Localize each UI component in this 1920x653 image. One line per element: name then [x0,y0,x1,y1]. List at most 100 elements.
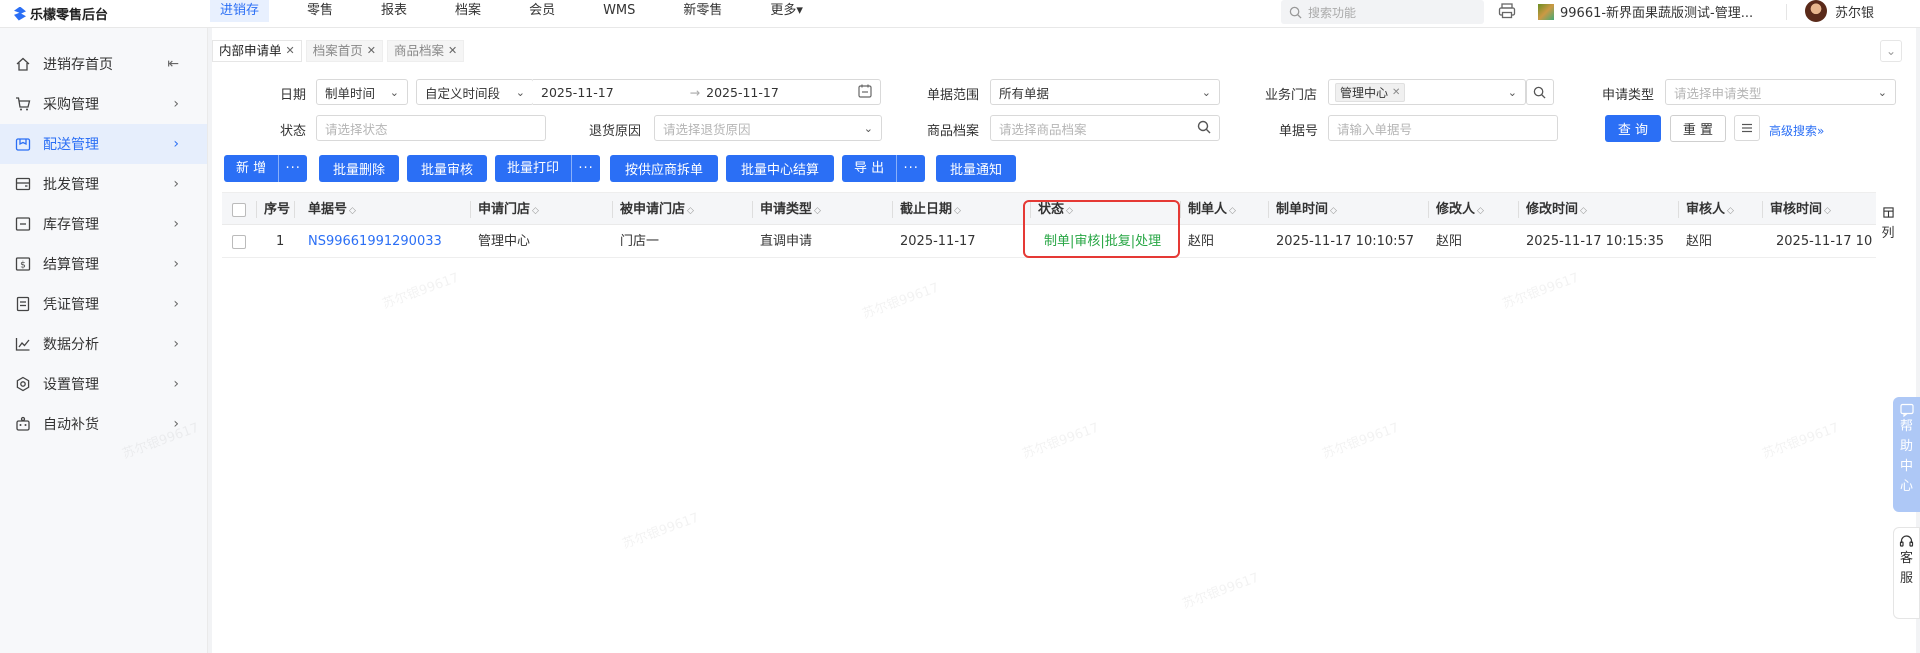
printer-icon[interactable] [1498,3,1516,19]
scope-select[interactable]: 所有单据 ⌄ [990,79,1220,105]
sort-icon[interactable]: ◇ [532,206,539,216]
sidebar-item-settlement[interactable]: $ 结算管理 › [0,244,207,284]
batch-print-button[interactable]: 批量打印 [495,155,573,182]
sidebar-item-voucher[interactable]: 凭证管理 › [0,284,207,324]
more-icon[interactable]: ··· [279,161,307,176]
return-reason-placeholder: 请选择退货原因 [663,121,751,137]
col-creator[interactable]: 制单人 ◇ [1188,193,1236,226]
batch-notify-button[interactable]: 批量通知 [936,155,1016,182]
cell-apply-store: 管理中心 [478,234,531,249]
sort-icon[interactable]: ◇ [1580,206,1587,216]
col-target-store[interactable]: 被申请门店 ◇ [620,193,694,226]
nav-item-new-retail[interactable]: 新零售 [673,0,732,22]
help-center-button[interactable]: 帮 助 中 心 [1893,397,1920,512]
query-button[interactable]: 查 询 [1605,115,1661,142]
add-button-group[interactable]: 新 增 ··· [224,155,308,182]
date-range-type-select[interactable]: 自定义时间段 ⌄ [416,79,534,105]
nav-item-inventory[interactable]: 进销存 [210,0,270,22]
status-select[interactable]: 请选择状态 [316,115,546,141]
app-logo[interactable]: 乐檬零售后台 [14,4,108,23]
reset-button[interactable]: 重 置 [1670,115,1726,142]
add-button[interactable]: 新 增 [224,155,280,182]
store-search-button[interactable] [1526,79,1554,105]
return-reason-select[interactable]: 请选择退货原因 ⌄ [654,115,882,141]
filter-settings-icon[interactable] [1734,115,1760,141]
store-switcher[interactable]: 99661-新界面果蔬版测试-管理... [1538,2,1753,21]
sort-icon[interactable]: ◇ [1477,206,1484,216]
sort-icon[interactable]: ◇ [954,206,961,216]
col-create-time[interactable]: 制单时间 ◇ [1276,193,1337,226]
col-modifier[interactable]: 修改人 ◇ [1436,193,1484,226]
tab-archive-home[interactable]: 档案首页 ✕ [305,40,383,62]
tab-product-archive[interactable]: 商品档案 ✕ [386,40,465,62]
sort-icon[interactable]: ◇ [1824,206,1831,216]
sidebar-item-wholesale[interactable]: 批发管理 › [0,164,207,204]
sidebar-item-settings[interactable]: 设置管理 › [0,364,207,404]
date-start[interactable]: 2025-11-17 [541,85,614,100]
close-icon[interactable]: ✕ [1392,87,1400,98]
doc-no-input[interactable]: 请输入单据号 [1328,115,1558,141]
nav-item-retail[interactable]: 零售 [297,0,343,22]
export-group[interactable]: 导 出 ··· [842,155,926,182]
sort-icon[interactable]: ◇ [1229,206,1236,216]
col-audit-time[interactable]: 审核时间 ◇ [1770,193,1831,226]
col-modify-time[interactable]: 修改时间 ◇ [1526,193,1587,226]
product-archive-label: 商品档案 [927,124,980,139]
apply-type-select[interactable]: 请选择申请类型 ⌄ [1665,79,1896,105]
batch-print-group[interactable]: 批量打印 ··· [495,155,601,182]
doc-no-link[interactable]: NS99661991290033 [308,225,442,258]
date-type-select[interactable]: 制单时间 ⌄ [316,79,408,105]
sort-icon[interactable]: ◇ [1330,206,1337,216]
col-apply-store[interactable]: 申请门店 ◇ [478,193,539,226]
scope-label: 单据范围 [927,88,980,103]
nav-item-more[interactable]: 更多▾ [760,0,813,22]
return-reason-label: 退货原因 [589,124,642,139]
sort-icon[interactable]: ◇ [1727,206,1734,216]
sidebar-item-purchase[interactable]: 采购管理 › [0,84,207,124]
tab-internal-request[interactable]: 内部申请单 ✕ [212,40,302,62]
chevron-down-icon[interactable]: ⌄ [1880,40,1902,62]
user-menu[interactable]: 苏尔银 [1805,0,1874,22]
sort-icon[interactable]: ◇ [814,206,821,216]
service-label-char: 客 [1899,551,1913,566]
date-range-picker[interactable]: 2025-11-17 → 2025-11-17 [533,79,881,105]
sort-icon[interactable]: ◇ [687,206,694,216]
sidebar-item-auto-replenish[interactable]: 自动补货 › [0,404,207,444]
col-deadline[interactable]: 截止日期 ◇ [900,193,961,226]
cart-icon [14,96,31,113]
customer-service-button[interactable]: 客 服 [1893,527,1920,619]
close-icon[interactable]: ✕ [286,40,295,62]
nav-item-archives[interactable]: 档案 [445,0,491,22]
more-icon[interactable]: ··· [897,161,925,176]
select-all-checkbox[interactable] [232,203,246,217]
sidebar-item-inventory[interactable]: 库存管理 › [0,204,207,244]
row-checkbox[interactable] [232,235,246,249]
business-store-select[interactable]: 管理中心 ✕ ⌄ [1328,79,1526,105]
nav-item-reports[interactable]: 报表 [371,0,417,22]
tab-label: 档案首页 [312,43,363,58]
sidebar-item-home[interactable]: 进销存首页 ⇤ [0,44,207,84]
batch-center-settle-button[interactable]: 批量中心结算 [726,155,834,182]
sidebar-item-delivery[interactable]: 配送管理 › [0,124,207,164]
column-settings[interactable]: 列 [1878,207,1898,241]
sort-icon[interactable]: ◇ [349,206,356,216]
close-icon[interactable]: ✕ [367,40,376,62]
sidebar-item-analytics[interactable]: 数据分析 › [0,324,207,364]
nav-item-wms[interactable]: WMS [593,0,645,22]
batch-audit-button[interactable]: 批量审核 [407,155,487,182]
collapse-sidebar-icon[interactable]: ⇤ [167,56,179,72]
col-apply-type[interactable]: 申请类型 ◇ [760,193,821,226]
split-by-supplier-button[interactable]: 按供应商拆单 [610,155,718,182]
close-icon[interactable]: ✕ [448,40,457,62]
date-end[interactable]: 2025-11-17 [706,85,779,100]
advanced-search-link[interactable]: 高级搜索» [1769,122,1824,139]
more-icon[interactable]: ··· [572,161,600,176]
col-auditor[interactable]: 审核人 ◇ [1686,193,1734,226]
col-doc-no[interactable]: 单据号 ◇ [308,193,356,226]
chevron-down-icon: ⌄ [1507,86,1517,99]
export-button[interactable]: 导 出 [842,155,898,182]
global-search[interactable]: 搜索功能 [1281,0,1484,24]
nav-item-members[interactable]: 会员 [519,0,565,22]
product-archive-select[interactable]: 请选择商品档案 [990,115,1220,141]
batch-delete-button[interactable]: 批量删除 [319,155,399,182]
